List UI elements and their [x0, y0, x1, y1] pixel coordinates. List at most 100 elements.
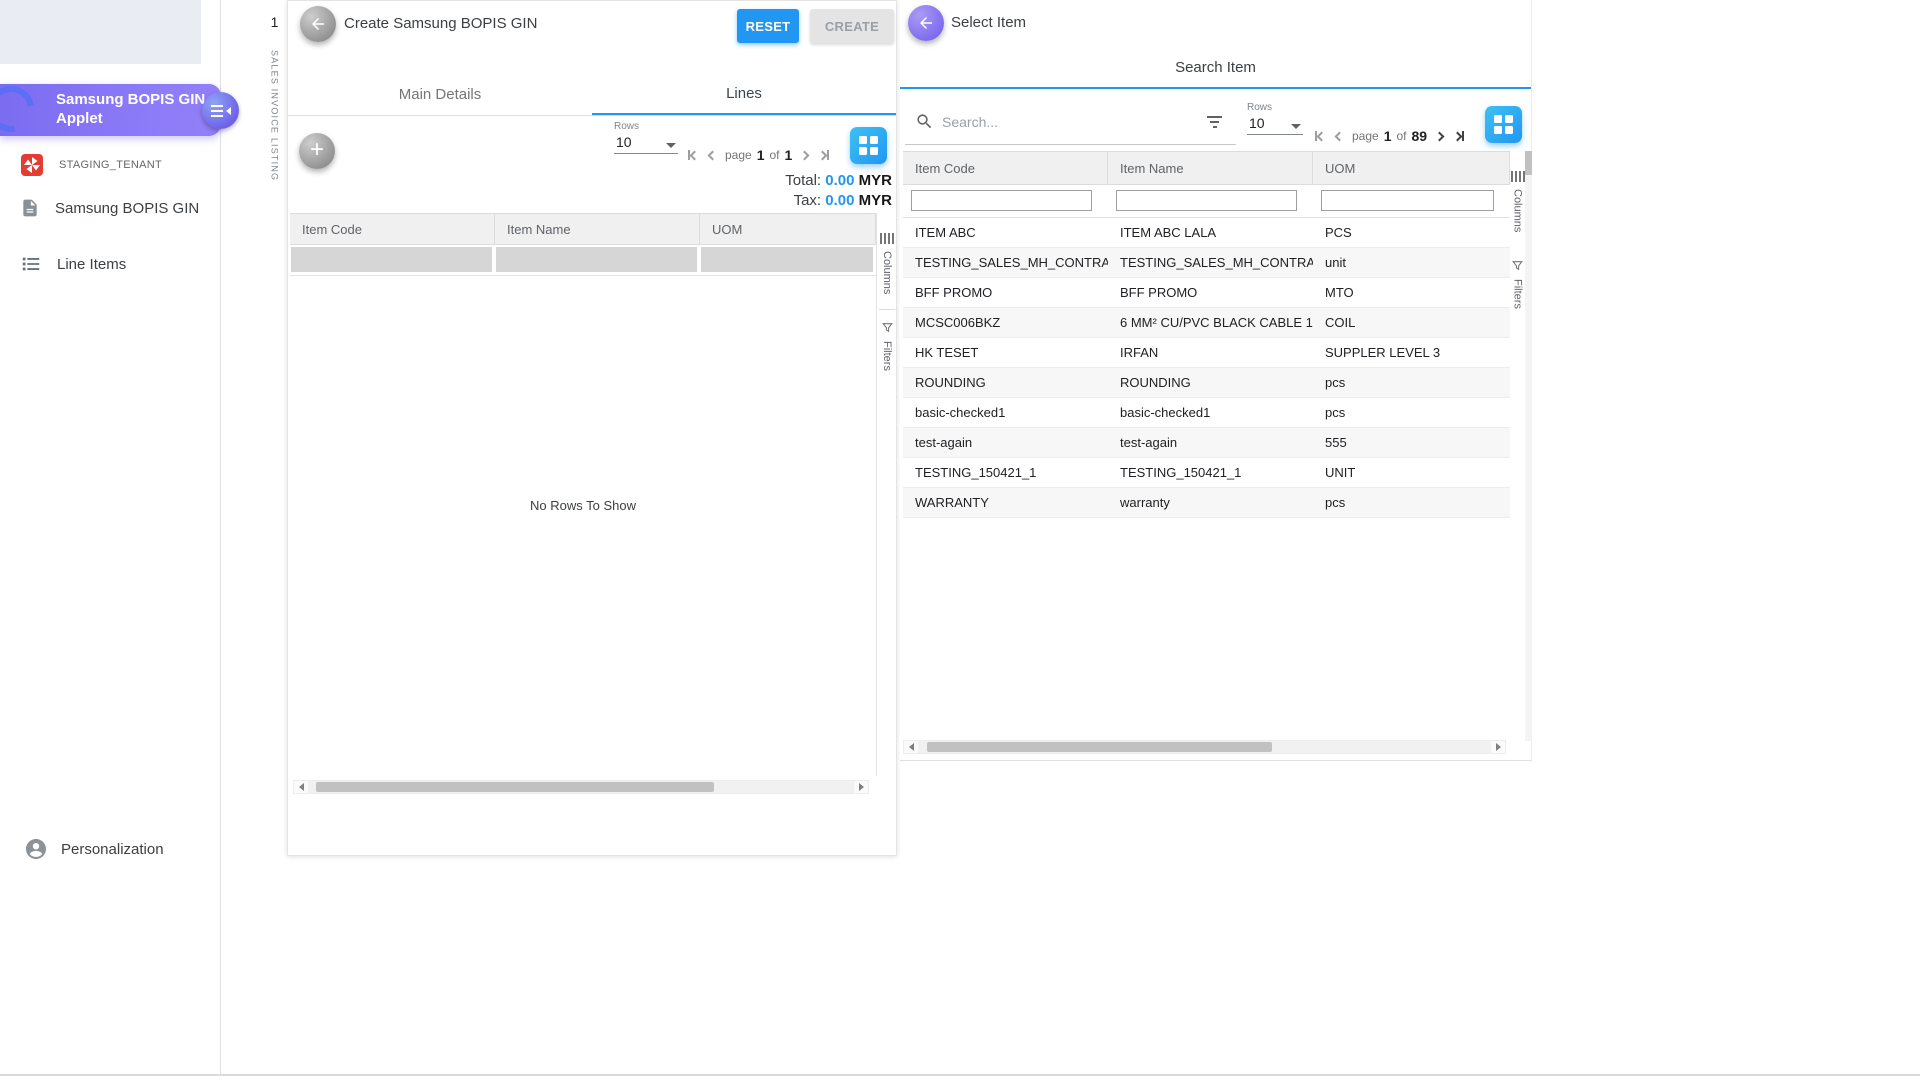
scroll-left-button[interactable]: [294, 781, 308, 793]
nav-label: Samsung BOPIS GIN: [55, 200, 199, 217]
filter-cell-uom[interactable]: [700, 245, 876, 275]
item-row[interactable]: MCSC006BKZ6 MM² CU/PVC BLACK CABLE 1...C…: [903, 308, 1510, 338]
item-cell: TESTING_150421_1: [1108, 458, 1313, 487]
empty-table-message: No Rows To Show: [290, 498, 876, 513]
item-cell: UNIT: [1313, 458, 1510, 487]
next-page-button[interactable]: [794, 144, 814, 166]
vertical-scrollbar[interactable]: [1525, 151, 1532, 741]
sidebar-item-personalization[interactable]: Personalization: [0, 834, 220, 864]
last-page-button[interactable]: [1449, 125, 1469, 147]
item-cell: MCSC006BKZ: [903, 308, 1108, 337]
select-item-panel: Select Item Search Item Rows 10 page 1 o…: [900, 0, 1532, 761]
sidebar-item-staging-tenant[interactable]: STAGING_TENANT: [0, 150, 220, 180]
scrollbar-track[interactable]: [918, 741, 1491, 753]
columns-tab-label: Columns: [881, 251, 893, 294]
scrollbar-thumb[interactable]: [316, 782, 714, 792]
personalization-label: Personalization: [61, 841, 164, 858]
tax-value: 0.00: [825, 192, 854, 209]
item-row[interactable]: ITEM ABCITEM ABC LALAPCS: [903, 218, 1510, 248]
item-name-filter-input[interactable]: [1116, 190, 1297, 211]
item-cell: unit: [1313, 248, 1510, 277]
grid-view-button[interactable]: [1485, 106, 1522, 143]
search-input[interactable]: [942, 114, 1195, 130]
sidebar-collapse-button[interactable]: [202, 92, 239, 129]
item-cell: TESTING_SALES_MH_CONTRACT: [903, 248, 1108, 277]
item-row[interactable]: test-againtest-again555: [903, 428, 1510, 458]
scroll-right-button[interactable]: [1491, 741, 1505, 753]
rows-per-page-select[interactable]: Rows 10: [614, 121, 678, 154]
total-value: 0.00: [825, 172, 854, 189]
sidebar-item-line-items[interactable]: Line Items: [0, 249, 220, 279]
create-button[interactable]: CREATE: [810, 9, 894, 43]
filters-panel-tab[interactable]: Filters: [877, 321, 897, 371]
pagination: page 1 of 89: [1309, 121, 1469, 151]
item-cell: MTO: [1313, 278, 1510, 307]
plus-icon: +: [310, 138, 324, 162]
nav-label: Line Items: [57, 256, 126, 273]
item-row[interactable]: ROUNDINGROUNDINGpcs: [903, 368, 1510, 398]
item-code-filter-input[interactable]: [911, 190, 1092, 211]
scrollbar-thumb[interactable]: [1525, 151, 1532, 175]
scroll-left-button[interactable]: [904, 741, 918, 753]
columns-panel-tab[interactable]: Columns: [877, 233, 897, 294]
reset-button[interactable]: RESET: [737, 9, 799, 43]
lines-table: Item Code Item Name UOM: [290, 213, 876, 276]
scroll-right-button[interactable]: [854, 781, 868, 793]
filter-funnel-icon: [881, 321, 894, 334]
next-page-button[interactable]: [1429, 125, 1449, 147]
prev-page-button[interactable]: [702, 144, 722, 166]
first-page-button[interactable]: [682, 144, 702, 166]
sidebar-item-samsung-bopis-gin[interactable]: Samsung BOPIS GIN: [0, 193, 220, 223]
prev-page-button[interactable]: [1329, 125, 1349, 147]
scrollbar-track[interactable]: [308, 781, 854, 793]
tab-lines[interactable]: Lines: [592, 74, 896, 115]
sidebar: Samsung BOPIS GIN Applet STAGING_TENANT …: [0, 0, 221, 1074]
item-row[interactable]: HK TESETIRFANSUPPLER LEVEL 3: [903, 338, 1510, 368]
column-header-item-name[interactable]: Item Name: [1108, 152, 1313, 184]
column-header-uom[interactable]: UOM: [1313, 152, 1510, 184]
item-row[interactable]: WARRANTYwarrantypcs: [903, 488, 1510, 518]
filter-list-icon[interactable]: [1203, 112, 1226, 132]
workspace-tab-sales-invoice-listing[interactable]: 1 SALES INVOICE LISTING: [261, 0, 288, 856]
item-cell: 6 MM² CU/PVC BLACK CABLE 1...: [1108, 308, 1313, 337]
column-header-item-name[interactable]: Item Name: [495, 214, 700, 244]
back-button[interactable]: [908, 5, 944, 41]
scrollbar-thumb[interactable]: [927, 742, 1272, 752]
grid-view-button[interactable]: [850, 127, 887, 164]
table-body: ITEM ABCITEM ABC LALAPCSTESTING_SALES_MH…: [903, 218, 1510, 518]
filters-panel-tab[interactable]: Filters: [1510, 259, 1525, 309]
item-cell: test-again: [1108, 428, 1313, 457]
item-row[interactable]: basic-checked1basic-checked1pcs: [903, 398, 1510, 428]
columns-panel-tab[interactable]: Columns: [1510, 171, 1525, 232]
item-row[interactable]: TESTING_SALES_MH_CONTRACTTESTING_SALES_M…: [903, 248, 1510, 278]
item-row[interactable]: TESTING_150421_1TESTING_150421_1UNIT: [903, 458, 1510, 488]
back-button[interactable]: [300, 6, 336, 42]
search-box: [905, 99, 1236, 145]
add-line-button[interactable]: +: [299, 133, 335, 169]
column-header-uom[interactable]: UOM: [700, 214, 876, 244]
rows-per-page-select[interactable]: Rows 10: [1247, 102, 1303, 135]
filter-cell-item-code[interactable]: [290, 245, 495, 275]
last-page-button[interactable]: [814, 144, 834, 166]
tax-label: Tax:: [794, 192, 822, 209]
menu-open-icon: [211, 105, 223, 117]
columns-icon: [1511, 171, 1525, 182]
side-tool-strip: Columns Filters: [876, 213, 897, 776]
column-header-item-code[interactable]: Item Code: [290, 214, 495, 244]
item-cell: pcs: [1313, 368, 1510, 397]
horizontal-scrollbar: [903, 740, 1506, 754]
first-page-button[interactable]: [1309, 125, 1329, 147]
table-header-row: Item Code Item Name UOM: [903, 151, 1510, 185]
dropdown-caret-icon: [1291, 124, 1301, 129]
tab-search-item[interactable]: Search Item: [900, 59, 1531, 76]
tab-main-details[interactable]: Main Details: [288, 74, 592, 115]
panel-title: Create Samsung BOPIS GIN: [344, 15, 537, 32]
item-row[interactable]: BFF PROMOBFF PROMOMTO: [903, 278, 1510, 308]
column-header-item-code[interactable]: Item Code: [903, 152, 1108, 184]
filter-cell-item-name[interactable]: [495, 245, 700, 275]
item-cell: basic-checked1: [903, 398, 1108, 427]
filter-cell-uom: [1313, 185, 1510, 217]
uom-filter-input[interactable]: [1321, 190, 1494, 211]
total-line: Total: 0.00 MYR: [785, 171, 892, 191]
grid-icon: [1494, 115, 1513, 134]
